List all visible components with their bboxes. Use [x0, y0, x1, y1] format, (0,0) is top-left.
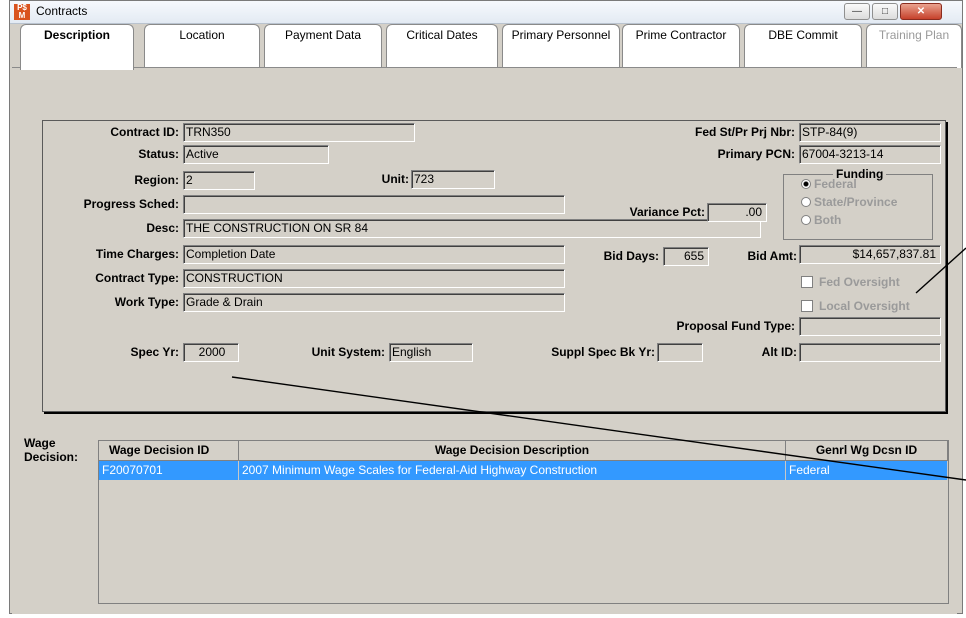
cell-genrl-wg-dcsn-id[interactable]: Federal [786, 461, 948, 480]
contract-id-field[interactable]: TRN350 [183, 123, 415, 142]
checkbox-icon [801, 276, 813, 288]
fed-prj-nbr-label: Fed St/Pr Prj Nbr: [694, 125, 795, 139]
status-field[interactable]: Active [183, 145, 329, 164]
tab-label: DBE Commit [768, 28, 838, 42]
maximize-button[interactable]: □ [872, 3, 898, 20]
column-header-wage-decision-description[interactable]: Wage Decision Description [239, 441, 786, 461]
unit-field[interactable]: 723 [411, 170, 495, 189]
cell-wage-decision-id[interactable]: F20070701 [99, 461, 239, 480]
radio-selected-icon [801, 179, 811, 189]
window-title: Contracts [36, 4, 88, 18]
time-charges-field[interactable]: Completion Date [183, 245, 565, 264]
suppl-spec-bk-yr-field[interactable] [657, 343, 703, 362]
tab-label: Prime Contractor [635, 28, 727, 42]
checkbox-icon [801, 300, 813, 312]
proposal-fund-type-field[interactable] [799, 317, 941, 336]
contract-type-label: Contract Type: [95, 271, 179, 285]
tab-label: Critical Dates [406, 28, 478, 42]
work-type-field[interactable]: Grade & Drain [183, 293, 565, 312]
suppl-spec-bk-yr-label: Suppl Spec Bk Yr: [551, 345, 655, 359]
wage-label-line2: Decision: [24, 450, 79, 464]
checkbox-label: Fed Oversight [819, 275, 900, 289]
status-label: Status: [138, 147, 179, 161]
contract-type-field[interactable]: CONSTRUCTION [183, 269, 565, 288]
radio-icon [801, 215, 811, 225]
variance-pct-field[interactable]: .00 [707, 203, 767, 222]
primary-pcn-field[interactable]: 67004-3213-14 [799, 145, 941, 164]
description-tab-page: Contract ID: TRN350 Status: Active Regio… [12, 67, 957, 614]
local-oversight-checkbox: Local Oversight [801, 299, 910, 313]
bid-amt-label: Bid Amt: [747, 249, 797, 263]
alt-id-field[interactable] [799, 343, 941, 362]
grid-empty-area [99, 480, 948, 603]
unit-system-field[interactable]: English [389, 343, 473, 362]
tab-location[interactable]: Location [144, 24, 260, 68]
tab-prime-contractor[interactable]: Prime Contractor [622, 24, 740, 68]
progress-sched-field[interactable] [183, 195, 565, 214]
unit-label: Unit: [381, 172, 409, 186]
title-bar[interactable]: P$ M Contracts — □ ✕ [10, 1, 962, 24]
funding-federal-radio: Federal [801, 177, 857, 191]
bid-days-field[interactable]: 655 [663, 247, 709, 266]
tab-critical-dates[interactable]: Critical Dates [386, 24, 498, 68]
tab-dbe-commit[interactable]: DBE Commit [744, 24, 862, 68]
tab-label: Primary Personnel [511, 28, 611, 42]
radio-label: State/Province [814, 195, 898, 209]
maximize-icon: □ [881, 6, 889, 17]
tab-description[interactable]: Description [20, 24, 134, 70]
minimize-button[interactable]: — [844, 3, 870, 20]
funding-state-radio: State/Province [801, 195, 897, 209]
column-header-genrl-wg-dcsn-id[interactable]: Genrl Wg Dcsn ID [786, 441, 948, 461]
wage-label-line1: Wage [24, 436, 56, 450]
tab-payment-data[interactable]: Payment Data [264, 24, 382, 68]
variance-pct-label: Variance Pct: [629, 205, 705, 219]
radio-icon [801, 197, 811, 207]
desc-label: Desc: [146, 221, 179, 235]
spec-yr-field[interactable]: 2000 [183, 343, 239, 362]
spec-yr-label: Spec Yr: [130, 345, 179, 359]
region-label: Region: [134, 173, 179, 187]
fed-prj-nbr-field[interactable]: STP-84(9) [799, 123, 941, 142]
unit-system-label: Unit System: [311, 345, 385, 359]
close-button[interactable]: ✕ [900, 3, 942, 20]
column-header-wage-decision-id[interactable]: Wage Decision ID [99, 441, 239, 461]
primary-pcn-label: Primary PCN: [717, 147, 795, 161]
wage-decision-label: Wage Decision: [24, 436, 78, 464]
proposal-fund-type-label: Proposal Fund Type: [676, 319, 795, 333]
tab-label: Description [43, 28, 110, 42]
tab-label: Training Plan [878, 28, 950, 42]
app-icon: P$ M [14, 4, 30, 20]
contract-id-label: Contract ID: [110, 125, 179, 139]
tab-primary-personnel[interactable]: Primary Personnel [502, 24, 620, 68]
minimize-icon: — [852, 6, 862, 17]
cell-wage-decision-description[interactable]: 2007 Minimum Wage Scales for Federal-Aid… [239, 461, 786, 480]
contract-details-panel: Contract ID: TRN350 Status: Active Regio… [42, 120, 946, 412]
time-charges-label: Time Charges: [95, 247, 179, 261]
bid-days-label: Bid Days: [603, 249, 659, 263]
contracts-window: P$ M Contracts — □ ✕ Description Location… [9, 0, 963, 614]
funding-both-radio: Both [801, 213, 841, 227]
tab-label: Location [179, 28, 225, 42]
alt-id-label: Alt ID: [761, 345, 797, 359]
desc-field[interactable]: THE CONSTRUCTION ON SR 84 [183, 219, 761, 238]
tab-training-plan: Training Plan [866, 24, 962, 68]
radio-label: Both [814, 213, 842, 227]
wage-decision-grid: Wage Decision ID Wage Decision Descripti… [98, 440, 949, 604]
region-field[interactable]: 2 [183, 171, 255, 190]
work-type-label: Work Type: [114, 295, 179, 309]
radio-label: Federal [814, 177, 857, 191]
fed-oversight-checkbox: Fed Oversight [801, 275, 900, 289]
progress-sched-label: Progress Sched: [83, 197, 179, 211]
close-icon: ✕ [916, 6, 926, 17]
tab-label: Payment Data [284, 28, 362, 42]
bid-amt-field[interactable]: $14,657,837.81 [799, 245, 941, 264]
checkbox-label: Local Oversight [819, 299, 910, 313]
